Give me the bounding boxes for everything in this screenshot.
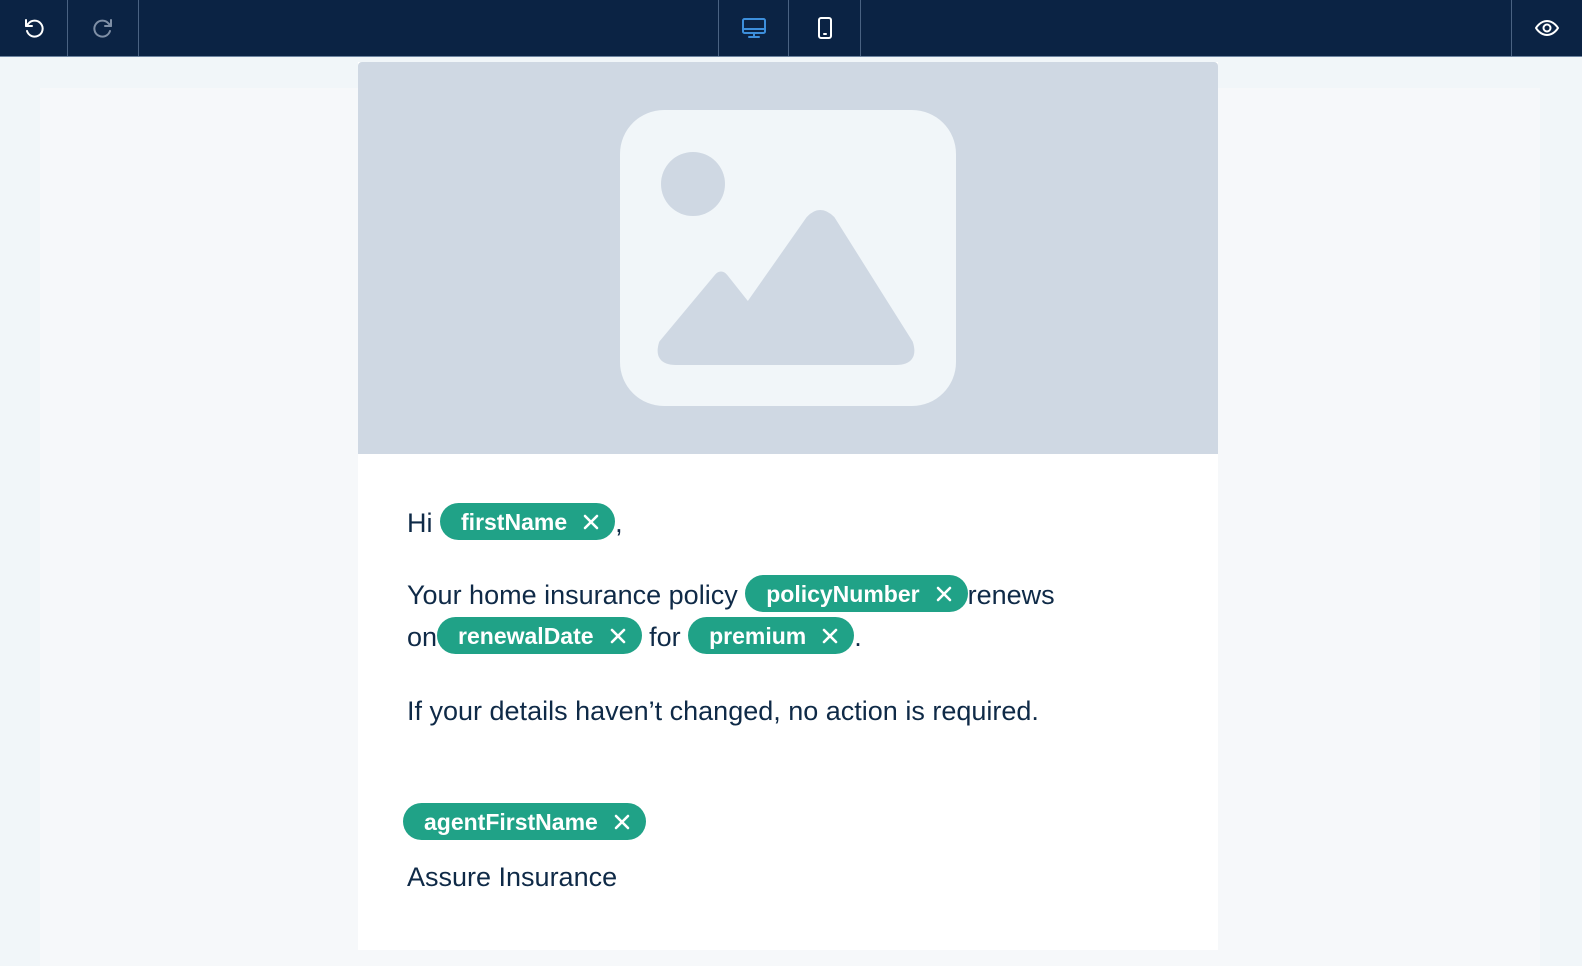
email-body: Hi firstName, Your home insurance policy… (403, 502, 1147, 898)
pill-label: policyNumber (766, 580, 920, 607)
pill-label: agentFirstName (424, 808, 598, 835)
mobile-icon (817, 17, 832, 39)
desktop-icon (741, 18, 766, 38)
for-text: for (649, 622, 681, 652)
undo-button[interactable] (0, 0, 68, 56)
pill-label: renewalDate (458, 622, 594, 649)
pill-label: firstName (461, 508, 568, 535)
period: . (854, 622, 862, 652)
renews-text: renews (967, 580, 1055, 610)
policy-paragraph: Your home insurance policy policyNumber r… (407, 574, 1147, 658)
close-icon (614, 814, 630, 830)
greeting-suffix: , (615, 508, 623, 538)
details-text: If your details haven’t changed, no acti… (407, 696, 1039, 726)
close-icon (583, 514, 599, 530)
signoff: agentFirstName Assure Insurance (403, 802, 1147, 898)
pill-label: premium (709, 622, 807, 649)
editor-toolbar (0, 0, 1582, 57)
details-paragraph: If your details haven’t changed, no acti… (407, 690, 1147, 732)
greeting-line: Hi firstName, (407, 502, 1147, 544)
image-placeholder-icon (620, 110, 956, 406)
close-icon (610, 628, 625, 644)
variable-pill-agentfirstname[interactable]: agentFirstName (403, 803, 646, 841)
variable-pill-renewaldate[interactable]: renewalDate (437, 617, 642, 655)
greeting-prefix: Hi (407, 508, 433, 538)
preview-button[interactable] (1511, 0, 1582, 56)
undo-icon (24, 19, 44, 38)
company-name: Assure Insurance (407, 862, 618, 892)
redo-icon (93, 19, 112, 38)
variable-pill-premium[interactable]: premium (688, 617, 855, 655)
remove-variable-button[interactable] (610, 628, 626, 644)
hero-image-placeholder[interactable] (358, 62, 1218, 454)
redo-button[interactable] (68, 0, 139, 56)
on-text: on (407, 622, 438, 652)
remove-variable-button[interactable] (822, 628, 838, 644)
variable-pill-policynumber[interactable]: policyNumber (745, 575, 968, 613)
close-icon (822, 628, 838, 644)
desktop-view-button[interactable] (718, 0, 789, 56)
mobile-view-button[interactable] (789, 0, 861, 56)
remove-variable-button[interactable] (583, 514, 599, 530)
policy-prefix: Your home insurance policy (407, 580, 738, 610)
remove-variable-button[interactable] (614, 814, 630, 830)
close-icon (936, 586, 951, 602)
remove-variable-button[interactable] (936, 586, 952, 602)
eye-icon (1535, 20, 1559, 36)
email-template: Hi firstName, Your home insurance policy… (358, 62, 1218, 950)
variable-pill-firstname[interactable]: firstName (440, 503, 616, 541)
